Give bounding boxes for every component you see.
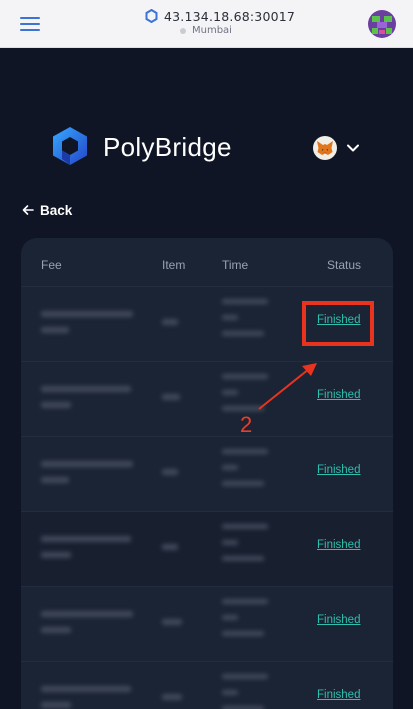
browser-top-bar: 43.134.18.68:30017 Mumbai [0,0,413,48]
network-indicator: Mumbai [180,25,232,36]
polybridge-logo-icon [53,127,87,165]
redacted-time [222,406,264,411]
redacted-time [222,449,268,454]
redacted-item [162,619,182,625]
redacted-time [222,390,238,395]
address-display[interactable]: 43.134.18.68:30017 [145,8,295,24]
chevron-down-icon [347,144,359,152]
redacted-time [222,331,264,336]
redacted-fee [41,327,69,333]
wallet-selector[interactable] [313,135,363,161]
redacted-item [162,469,178,475]
redacted-time [222,374,268,379]
hamburger-menu-icon[interactable] [20,16,40,32]
redacted-fee [41,402,71,408]
status-link-finished[interactable]: Finished [317,689,360,701]
column-header-fee: Fee [41,258,62,272]
table-row: Finished [21,436,393,511]
redacted-time [222,299,268,304]
redacted-time [222,556,264,561]
redacted-time [222,674,268,679]
back-label: Back [40,202,73,218]
column-header-time: Time [222,258,249,272]
address-text: 43.134.18.68:30017 [164,8,296,24]
table-row: Finished [21,586,393,661]
redacted-fee [41,536,131,542]
redacted-time [222,315,238,320]
status-link-finished[interactable]: Finished [317,614,360,626]
table-row: Finished [21,361,393,436]
redacted-time [222,524,268,529]
redacted-item [162,319,178,325]
table-row: Finished [21,661,393,709]
avatar[interactable] [368,10,396,38]
redacted-time [222,631,264,636]
redacted-fee [41,702,71,708]
table-header: Fee Item Time Status [21,238,393,286]
column-header-item: Item [162,258,186,272]
redacted-fee [41,627,71,633]
arrow-left-icon [22,205,34,215]
column-header-status: Status [327,258,362,272]
redacted-time [222,481,264,486]
app-brand-name: PolyBridge [103,132,232,162]
annotation-highlight-box [302,301,374,346]
annotation-step-number: 2 [240,412,253,437]
redacted-item [162,694,182,700]
redacted-time [222,615,238,620]
status-link-finished[interactable]: Finished [317,389,360,401]
status-link-finished[interactable]: Finished [317,539,360,551]
status-link-finished[interactable]: Finished [317,464,360,476]
redacted-fee [41,611,133,617]
redacted-time [222,540,238,545]
redacted-fee [41,552,71,558]
redacted-fee [41,461,133,467]
redacted-fee [41,386,131,392]
back-button[interactable]: Back [22,200,72,220]
redacted-fee [41,311,133,317]
redacted-time [222,690,238,695]
redacted-time [222,599,268,604]
redacted-time [222,465,238,470]
network-dot-icon [180,27,186,34]
metamask-fox-icon [313,136,337,160]
account-avatar-icon [368,10,396,38]
table-row: Finished [21,511,393,586]
network-name: Mumbai [192,25,232,36]
redacted-item [162,544,178,550]
redacted-item [162,394,180,400]
redacted-fee [41,477,69,483]
redacted-fee [41,686,131,692]
polygon-network-icon [145,9,158,23]
